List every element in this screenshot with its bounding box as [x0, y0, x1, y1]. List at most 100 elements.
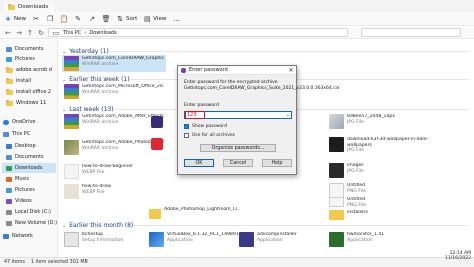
hwmonitor-icon — [329, 232, 344, 247]
file-type: PNG File — [347, 188, 366, 194]
image-thumbnail — [329, 197, 344, 207]
file-coreldraw[interactable]: Getintopc.com_CorelDRAW_Graphics_Suite_2… — [62, 55, 166, 72]
system-clock[interactable]: 12:14 AM 11/16/2022 — [431, 247, 471, 265]
image-thumbnail — [64, 164, 79, 179]
sidebar-item-documents[interactable]: Documents — [6, 44, 44, 54]
rename-icon[interactable]: ✎ — [74, 15, 82, 23]
new-label: New — [14, 15, 26, 22]
file-name: installers — [347, 210, 368, 215]
dialog-title-bar: Enter password ✕ — [178, 66, 296, 75]
breadcrumb-this-pc[interactable]: This PC — [63, 30, 81, 36]
chevron-down-icon: ⌄ — [62, 222, 67, 229]
video-icon — [6, 198, 12, 204]
breadcrumb-downloads[interactable]: Downloads — [89, 30, 116, 36]
sidebar-item-desktop[interactable]: Desktop — [6, 141, 36, 151]
back-icon[interactable]: ← — [4, 29, 12, 37]
drive-icon — [6, 209, 12, 215]
file-how-to-draw[interactable]: how-to-draw WEBP File — [64, 184, 164, 199]
sort-button[interactable]: ⇅ Sort — [116, 15, 137, 23]
organize-passwords-button[interactable]: Organize passwords... — [200, 144, 276, 152]
adobe-icon[interactable] — [151, 116, 163, 130]
group-header-yesterday[interactable]: ⌄ Yesterday (1) — [62, 48, 109, 55]
up-icon[interactable]: ↑ — [26, 29, 34, 37]
cut-icon[interactable]: ✂ — [32, 15, 40, 23]
folder-icon — [6, 154, 12, 160]
group-header-earlier-month[interactable]: ⌄ Earlier this month (8) — [62, 222, 133, 229]
group-header-earlier-week[interactable]: ⌄ Earlier this week (1) — [62, 76, 130, 83]
sidebar-item-label: Desktop — [15, 143, 36, 149]
file-lightroom-folder[interactable]: Adobe_Photoshop_Lightroom_Cl.. — [149, 207, 246, 219]
file-after-effects[interactable]: Getintopc.com_Adobe_After_Effects_2020_v… — [64, 114, 164, 129]
sidebar-item-label: Pictures — [15, 56, 35, 62]
file-advcompinstaller[interactable]: advcompinstaller Application — [239, 232, 339, 247]
paste-icon[interactable]: 📋 — [60, 15, 69, 23]
winrar-icon — [181, 67, 186, 73]
file-right-4[interactable]: Untitled PNG File — [329, 183, 429, 198]
group-divider — [109, 51, 469, 52]
sidebar-item-install-office[interactable]: install office 2 — [6, 87, 51, 97]
music-icon — [6, 176, 12, 182]
new-button[interactable]: + New — [4, 15, 26, 23]
sidebar-item-downloads[interactable]: Downloads — [2, 163, 56, 173]
cancel-button[interactable]: Cancel — [223, 159, 253, 167]
file-office[interactable]: Getintopc.com_Microsoft_Office_2016_Pro_… — [64, 84, 164, 99]
more-icon[interactable]: ... — [172, 15, 180, 23]
file-right-1[interactable]: 6d8ee57_2048_14px JPG File — [329, 114, 429, 129]
sidebar-item-new-volume[interactable]: New Volume (D:) — [6, 218, 57, 228]
sidebar-item-label: Downloads — [15, 165, 43, 171]
sidebar-item-music[interactable]: Music — [6, 174, 29, 184]
file-virtualbox[interactable]: VirtualBox_6.1.32_RC1_149891-Win Applicat… — [149, 232, 249, 247]
group-header-last-week[interactable]: ⌄ Last week (13) — [62, 106, 114, 113]
folder-icon — [6, 99, 13, 106]
file-type: WEBP File — [82, 189, 105, 195]
chevron-down-icon[interactable]: ⌄ — [286, 112, 290, 118]
sidebar-item-adobe[interactable]: adobe acrob d — [6, 65, 52, 75]
folder-icon — [8, 3, 15, 10]
image-thumbnail — [329, 114, 344, 129]
sidebar-item-label: Documents — [15, 46, 44, 52]
sidebar-item-windows11[interactable]: Windows 11 — [6, 98, 46, 108]
folder-icon — [6, 77, 13, 84]
sidebar-item-documents-pc[interactable]: Documents — [6, 152, 44, 162]
folder-icon — [6, 46, 12, 52]
sidebar-item-pictures[interactable]: Pictures — [6, 54, 35, 64]
tab-downloads[interactable]: Downloads — [4, 2, 55, 12]
group-divider — [134, 225, 469, 226]
sidebar-item-install[interactable]: install — [6, 76, 31, 86]
view-button[interactable]: ▤ View — [143, 15, 166, 23]
search-input[interactable] — [361, 28, 461, 37]
computer-icon: ▭ — [52, 28, 60, 37]
copy-icon[interactable]: ❐ — [46, 15, 54, 23]
file-right-5[interactable]: Untitled PNG File — [329, 197, 429, 208]
file-how-to-draw-beginner[interactable]: how-to-draw-beginner WEBP File — [64, 164, 164, 179]
file-hwmonitor[interactable]: hwmonitor_1.41 Application — [329, 232, 429, 247]
address-field[interactable]: ▭ This PC › Downloads — [48, 28, 348, 37]
delete-icon[interactable]: 🗑 — [102, 15, 111, 23]
help-button[interactable]: Help — [262, 159, 292, 167]
plus-icon: + — [5, 14, 11, 23]
file-type: WEBP File — [82, 169, 105, 175]
close-icon[interactable]: ✕ — [286, 67, 296, 74]
sidebar-item-pictures-pc[interactable]: Pictures — [6, 185, 35, 195]
share-icon[interactable]: ↗ — [88, 15, 96, 23]
refresh-icon[interactable]: ↻ — [37, 29, 45, 37]
use-for-all-checkbox[interactable]: Use for all archives — [184, 133, 235, 138]
file-right-6[interactable]: installers — [329, 210, 429, 220]
sidebar-item-videos[interactable]: Videos — [6, 196, 32, 206]
sidebar-item-label: adobe acrob d — [16, 67, 52, 73]
anydesk-icon[interactable] — [151, 138, 163, 152]
tab-title: Downloads — [18, 4, 49, 10]
file-right-2[interactable]: download-k3f-3d-wallpaper-in-dark-wallpa… — [329, 137, 429, 154]
sidebar-item-local-disk[interactable]: Local Disk (C:) — [6, 207, 51, 217]
file-right-3[interactable]: images JPG File — [329, 163, 429, 178]
sidebar-item-this-pc[interactable]: This PC — [3, 129, 30, 139]
sidebar-item-onedrive[interactable]: OneDrive — [3, 117, 36, 127]
sidebar-item-label: Music — [15, 176, 30, 182]
file-photoshop-rar[interactable]: Getintopc.com_Adobe_Photoshop_2021 WinRAR… — [64, 140, 164, 155]
show-password-checkbox[interactable]: Show password — [184, 124, 227, 129]
forward-icon[interactable]: → — [15, 29, 23, 37]
sidebar-item-network[interactable]: Network — [3, 231, 33, 241]
ok-button[interactable]: OK — [184, 159, 214, 167]
folder-icon — [6, 56, 12, 62]
image-thumbnail — [329, 137, 344, 152]
